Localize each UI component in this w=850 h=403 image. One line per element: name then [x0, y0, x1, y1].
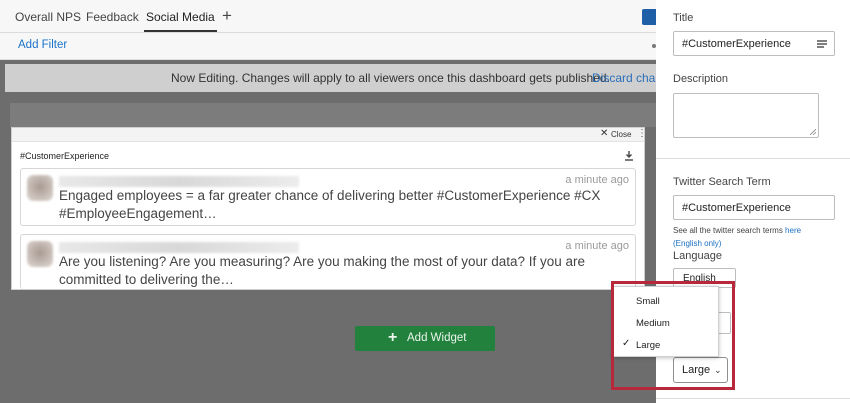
search-terms-link[interactable]: here	[785, 226, 801, 235]
search-term-input[interactable]: #CustomerExperience	[673, 195, 835, 220]
avatar	[27, 241, 53, 267]
add-widget-button[interactable]: + Add Widget	[355, 326, 495, 351]
blurred-username	[59, 242, 299, 253]
tab-feedback[interactable]: Feedback	[86, 10, 139, 24]
section-divider	[656, 158, 850, 159]
highlight-annotation	[611, 281, 735, 390]
search-term-value: #CustomerExperience	[682, 202, 791, 214]
twitter-widget[interactable]: ✕ Close ⋮ #CustomerExperience a minute a…	[11, 127, 647, 290]
tab-bar: Overall NPS Feedback Social Media +	[0, 0, 656, 33]
more-options-icon[interactable]: ⋮	[637, 128, 647, 139]
title-label: Title	[673, 12, 694, 24]
description-textarea[interactable]	[673, 93, 819, 138]
description-label: Description	[673, 73, 729, 85]
tweet-text: Engaged employees = a far greater chance…	[59, 188, 601, 221]
widget-toolbar: ✕ Close ⋮	[12, 128, 647, 142]
close-button[interactable]: Close	[611, 130, 631, 139]
text-format-icon[interactable]	[817, 40, 827, 48]
title-input[interactable]: #CustomerExperience	[673, 31, 835, 56]
hint-text: See all the twitter search terms	[673, 226, 786, 235]
search-term-hint: See all the twitter search terms here (E…	[673, 224, 843, 250]
tweet-timestamp: a minute ago	[565, 240, 629, 252]
language-label: Language	[673, 250, 722, 262]
tab-label: Overall NPS	[15, 10, 82, 24]
add-widget-label: Add Widget	[407, 332, 467, 344]
add-filter-link[interactable]: Add Filter	[18, 39, 67, 51]
canvas-row-placeholder	[10, 103, 656, 127]
plus-icon: +	[388, 329, 398, 346]
resize-grip-icon[interactable]	[810, 129, 816, 135]
avatar	[27, 175, 53, 201]
tweet-card[interactable]: a minute ago Are you listening? Are you …	[20, 234, 636, 289]
search-term-label: Twitter Search Term	[673, 176, 771, 188]
tweet-card[interactable]: a minute ago Engaged employees = a far g…	[20, 168, 636, 226]
tab-overall-nps[interactable]: Overall NPS	[15, 10, 81, 24]
section-divider	[656, 398, 850, 399]
blurred-username	[59, 176, 299, 187]
tab-label: Social Media	[146, 10, 215, 24]
filter-bar: Add Filter	[0, 33, 656, 60]
add-tab-icon[interactable]: +	[222, 6, 232, 26]
tweet-text: Are you listening? Are you measuring? Ar…	[59, 254, 586, 287]
download-icon[interactable]	[624, 150, 634, 162]
title-input-value: #CustomerExperience	[682, 38, 791, 50]
tweet-timestamp: a minute ago	[565, 174, 629, 186]
tab-social-media[interactable]: Social Media	[144, 10, 217, 32]
english-only-link[interactable]: (English only)	[673, 239, 721, 248]
tab-label: Feedback	[86, 10, 139, 24]
close-icon[interactable]: ✕	[600, 128, 608, 139]
editing-banner: Now Editing. Changes will apply to all v…	[5, 64, 669, 92]
publish-button[interactable]	[642, 9, 656, 25]
editing-message: Now Editing. Changes will apply to all v…	[171, 71, 610, 85]
active-tab-underline	[144, 30, 217, 32]
widget-title: #CustomerExperience	[20, 151, 110, 161]
